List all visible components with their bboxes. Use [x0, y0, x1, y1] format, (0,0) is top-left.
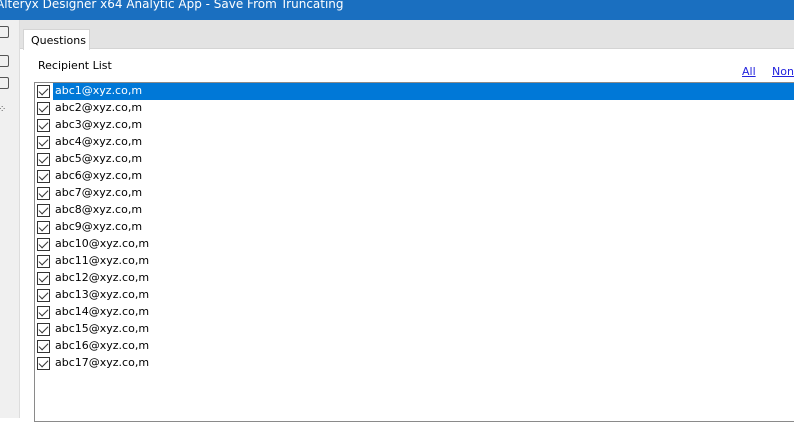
checkbox[interactable] [37, 119, 50, 132]
checkbox[interactable] [37, 204, 50, 217]
tab-label: Questions [31, 34, 86, 47]
select-all-link[interactable]: All [742, 65, 756, 78]
recipient-email: abc9@xyz.co,m [55, 220, 143, 233]
list-item[interactable]: abc11@xyz.co,m [35, 253, 794, 270]
recipient-email: abc11@xyz.co,m [55, 254, 150, 267]
select-none-link[interactable]: None [772, 65, 794, 78]
checkbox[interactable] [37, 238, 50, 251]
list-item[interactable]: abc3@xyz.co,m [35, 117, 794, 134]
sparkle-icon[interactable]: ⁘ [0, 104, 6, 115]
recipient-email: abc10@xyz.co,m [55, 237, 150, 250]
list-item[interactable]: abc15@xyz.co,m [35, 321, 794, 338]
checkbox[interactable] [37, 289, 50, 302]
list-item[interactable]: abc2@xyz.co,m [35, 100, 794, 117]
checkbox[interactable] [37, 102, 50, 115]
window-title: Alteryx Designer x64 Analytic App - Save… [0, 0, 344, 11]
recipient-checklist[interactable]: abc1@xyz.co,m abc2@xyz.co,m abc3@xyz.co,m a… [34, 82, 794, 422]
tab-questions[interactable]: Questions [23, 29, 90, 50]
window-icon[interactable] [0, 55, 9, 67]
list-item[interactable]: abc9@xyz.co,m [35, 219, 794, 236]
list-item[interactable]: abc13@xyz.co,m [35, 287, 794, 304]
list-item[interactable]: abc1@xyz.co,m [35, 83, 794, 100]
recipient-list-label: Recipient List [38, 59, 112, 72]
save-icon[interactable] [0, 77, 9, 89]
list-item[interactable]: abc12@xyz.co,m [35, 270, 794, 287]
recipient-email: abc17@xyz.co,m [55, 356, 150, 369]
list-item[interactable]: abc16@xyz.co,m [35, 338, 794, 355]
list-item[interactable]: abc5@xyz.co,m [35, 151, 794, 168]
checkbox[interactable] [37, 221, 50, 234]
list-item[interactable]: abc4@xyz.co,m [35, 134, 794, 151]
list-item[interactable]: abc14@xyz.co,m [35, 304, 794, 321]
tab-strip [20, 20, 794, 49]
recipient-email: abc8@xyz.co,m [55, 203, 143, 216]
checkbox[interactable] [37, 340, 50, 353]
list-item[interactable]: abc17@xyz.co,m [35, 355, 794, 372]
list-item[interactable]: abc10@xyz.co,m [35, 236, 794, 253]
document-icon[interactable] [0, 26, 9, 38]
checkbox[interactable] [37, 323, 50, 336]
recipient-email: abc2@xyz.co,m [55, 101, 143, 114]
checkbox[interactable] [37, 357, 50, 370]
recipient-email: abc4@xyz.co,m [55, 135, 143, 148]
recipient-email: abc12@xyz.co,m [55, 271, 150, 284]
recipient-email: abc13@xyz.co,m [55, 288, 150, 301]
recipient-email: abc3@xyz.co,m [55, 118, 143, 131]
recipient-email: abc5@xyz.co,m [55, 152, 143, 165]
recipient-email: abc7@xyz.co,m [55, 186, 143, 199]
recipient-email: abc15@xyz.co,m [55, 322, 150, 335]
title-bar: Alteryx Designer x64 Analytic App - Save… [0, 0, 794, 20]
checkbox[interactable] [37, 170, 50, 183]
checkbox[interactable] [37, 272, 50, 285]
checkbox[interactable] [37, 255, 50, 268]
checkbox[interactable] [37, 306, 50, 319]
list-item[interactable]: abc8@xyz.co,m [35, 202, 794, 219]
checkbox[interactable] [37, 153, 50, 166]
checkbox[interactable] [37, 136, 50, 149]
left-toolbar: ⁘ [0, 20, 20, 418]
checkbox[interactable] [37, 187, 50, 200]
recipient-email: abc1@xyz.co,m [53, 83, 794, 100]
recipient-email: abc6@xyz.co,m [55, 169, 143, 182]
list-item[interactable]: abc7@xyz.co,m [35, 185, 794, 202]
recipient-email: abc14@xyz.co,m [55, 305, 150, 318]
checkbox[interactable] [37, 85, 50, 98]
list-item[interactable]: abc6@xyz.co,m [35, 168, 794, 185]
recipient-email: abc16@xyz.co,m [55, 339, 150, 352]
